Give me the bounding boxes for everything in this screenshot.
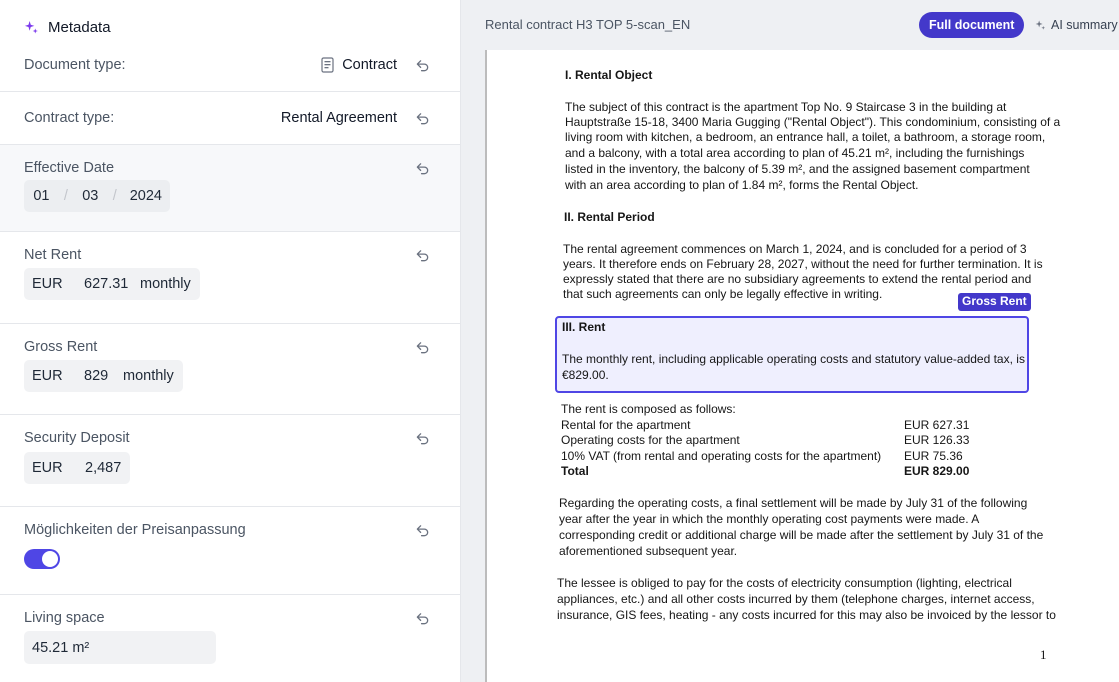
ai-summary-label: AI summary (1051, 18, 1118, 32)
table-cell: EUR 126.33 (904, 433, 970, 447)
text-line: The monthly rent, including applicable o… (562, 352, 1025, 366)
highlight-tag[interactable]: Gross Rent (958, 293, 1031, 311)
full-document-button[interactable]: Full document (919, 12, 1025, 38)
text-line: appliances, etc.) and all other costs in… (557, 592, 1035, 606)
contract-type-label: Contract type: (24, 110, 115, 126)
security-deposit-input[interactable]: EUR 2,487 (24, 452, 130, 484)
rent-composition-table: The rent is composed as follows: Rental … (561, 402, 981, 480)
document-type-label: Document type: (24, 57, 126, 73)
text-line: The rental agreement commences on March … (563, 242, 1027, 256)
undo-icon[interactable] (414, 110, 430, 126)
document-icon (321, 57, 334, 73)
divider (0, 91, 460, 92)
net-rent-amount[interactable]: 627.31 (84, 276, 140, 292)
undo-icon[interactable] (414, 610, 430, 626)
date-month[interactable]: 03 (81, 188, 100, 204)
text-line: and a balcony, with a total area accordi… (565, 146, 1025, 160)
divider (0, 231, 460, 232)
toggle-knob (42, 551, 58, 567)
net-rent-currency: EUR (32, 276, 63, 292)
undo-icon[interactable] (414, 339, 430, 355)
undo-icon[interactable] (414, 160, 430, 176)
page-number: 1 (1040, 647, 1047, 662)
table-cell: EUR 829.00 (904, 464, 970, 478)
table-cell: Total (561, 464, 589, 478)
scanned-page: I. Rental Object The subject of this con… (485, 50, 1119, 682)
gross-rent-input[interactable]: EUR 829 monthly (24, 360, 183, 392)
divider (0, 414, 460, 415)
table-cell: The rent is composed as follows: (561, 402, 736, 416)
table-cell: Rental for the apartment (561, 417, 691, 432)
table-row: Rental for the apartment EUR 627.31 (561, 418, 981, 434)
text-line: listed in the inventory, the balcony of … (565, 162, 1030, 176)
text-line: Regarding the operating costs, a final s… (559, 496, 1028, 510)
living-space-input[interactable]: 45.21 m² (24, 631, 216, 664)
table-row: The rent is composed as follows: (561, 402, 981, 418)
net-rent-period: monthly (140, 276, 191, 292)
table-row: Operating costs for the apartment EUR 12… (561, 433, 981, 449)
divider (0, 594, 460, 595)
net-rent-input[interactable]: EUR 627.31 monthly (24, 268, 200, 300)
security-deposit-currency: EUR (32, 460, 63, 476)
text-line: The subject of this contract is the apar… (565, 100, 1007, 114)
text-line: aforementioned subsequent year. (559, 544, 738, 558)
document-viewer: Rental contract H3 TOP 5-scan_EN Full do… (461, 0, 1119, 682)
section-heading: II. Rental Period (564, 210, 655, 224)
table-row: 10% VAT (from rental and operating costs… (561, 449, 981, 465)
gross-rent-currency: EUR (32, 368, 63, 384)
gross-rent-amount[interactable]: 829 (84, 368, 123, 384)
undo-icon[interactable] (414, 57, 430, 73)
undo-icon[interactable] (414, 522, 430, 538)
table-cell: 10% VAT (from rental and operating costs… (561, 448, 882, 463)
effective-date-input[interactable]: 01 / 03 / 2024 (24, 180, 170, 212)
metadata-panel: Metadata Document type: Contract Contrac… (0, 0, 461, 682)
metadata-header: Metadata (24, 19, 111, 36)
divider (0, 506, 460, 507)
text-line: living room with kitchen, a bedroom, an … (565, 130, 1046, 144)
price-adjustment-label: Möglichkeiten der Preisanpassung (24, 522, 246, 538)
text-line: Hauptstraße 15-18, 3400 Maria Gugging ("… (565, 115, 1061, 129)
effective-date-label: Effective Date (24, 160, 115, 176)
text-line: year after the year in which the monthly… (559, 512, 980, 526)
document-title: Rental contract H3 TOP 5-scan_EN (485, 17, 691, 32)
date-day[interactable]: 01 (32, 188, 51, 204)
table-cell: EUR 75.36 (904, 448, 963, 463)
living-space-label: Living space (24, 610, 105, 626)
date-year[interactable]: 2024 (130, 188, 162, 204)
contract-type-value[interactable]: Rental Agreement (281, 110, 397, 126)
metadata-title: Metadata (48, 19, 111, 36)
text-line: expressly stated that there are no subsi… (563, 272, 1032, 286)
sparkle-icon (24, 20, 39, 35)
section-heading: I. Rental Object (565, 68, 653, 82)
table-cell: EUR 627.31 (904, 417, 970, 432)
security-deposit-amount[interactable]: 2,487 (85, 460, 121, 476)
net-rent-label: Net Rent (24, 247, 82, 263)
date-separator: / (63, 188, 68, 204)
contract-type-text: Rental Agreement (280, 110, 397, 126)
ai-summary-button[interactable]: AI summary (1035, 12, 1118, 38)
divider (0, 323, 460, 324)
text-line: insurance, GIS fees, heating - any costs… (557, 608, 1056, 622)
section-heading: III. Rent (562, 320, 606, 334)
security-deposit-label: Security Deposit (24, 430, 130, 446)
date-separator: / (112, 188, 117, 204)
text-line: that such agreements can only be legally… (563, 287, 883, 301)
document-type-text: Contract (342, 57, 397, 73)
text-line: years. It therefore ends on February 28,… (563, 257, 1043, 271)
text-line: corresponding credit or additional charg… (559, 528, 1044, 542)
document-type-value[interactable]: Contract (321, 57, 397, 73)
text-line: €829.00. (562, 368, 609, 382)
table-cell: Operating costs for the apartment (561, 433, 740, 447)
table-row: Total EUR 829.00 (561, 464, 981, 480)
text-line: with an area according to plan of 1.84 m… (565, 178, 919, 192)
gross-rent-period: monthly (123, 368, 174, 384)
text-line: The lessee is obliged to pay for the cos… (557, 576, 1012, 590)
ai-sparkle-icon (1035, 19, 1046, 31)
undo-icon[interactable] (414, 430, 430, 446)
price-adjustment-toggle[interactable] (24, 549, 60, 569)
undo-icon[interactable] (414, 247, 430, 263)
gross-rent-label: Gross Rent (24, 339, 98, 355)
